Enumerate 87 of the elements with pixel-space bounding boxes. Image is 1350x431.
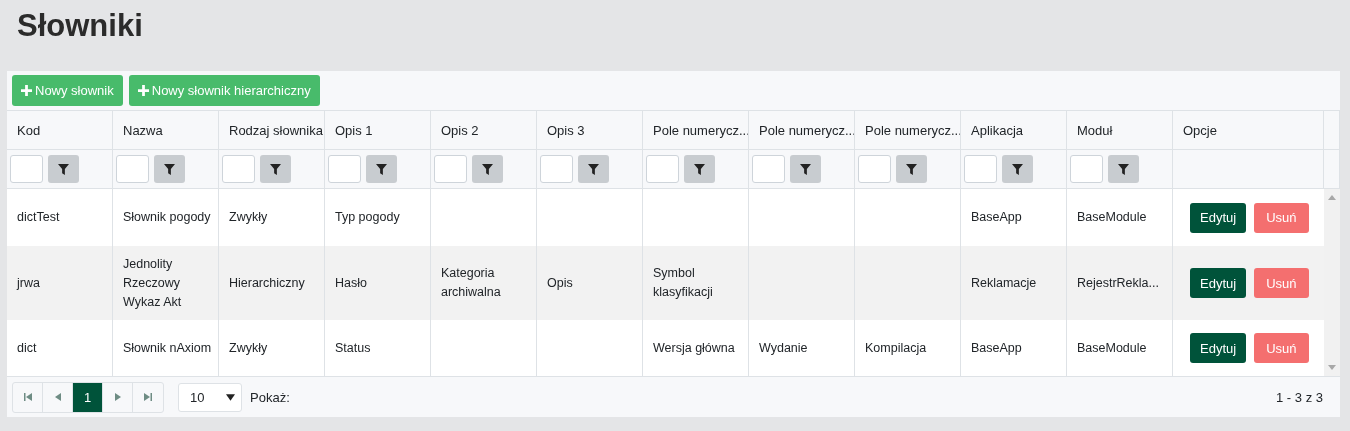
- filter-input[interactable]: [434, 155, 467, 183]
- filter-button[interactable]: [896, 155, 927, 183]
- filter-input[interactable]: [1070, 155, 1103, 183]
- filter-icon: [588, 163, 599, 175]
- table-cell-text: Opis: [547, 274, 573, 292]
- filter-icon: [482, 163, 493, 175]
- table-cell-text: Słownik pogody: [123, 209, 211, 226]
- table-cell-text: Reklamacje: [971, 274, 1037, 292]
- filter-button[interactable]: [578, 155, 609, 183]
- table-cell-text: Typ pogody: [335, 209, 400, 226]
- scroll-down-icon[interactable]: [1328, 365, 1336, 370]
- filter-icon: [800, 163, 811, 175]
- filter-icon: [906, 163, 917, 175]
- table-cell-text: Symbol klasyfikacji: [653, 265, 714, 301]
- table-cell-text: BaseApp: [971, 339, 1022, 357]
- caret-icon: [226, 393, 235, 401]
- next-page-icon: [113, 393, 122, 401]
- first-page-icon: [23, 393, 32, 401]
- filter-button[interactable]: [1002, 155, 1033, 183]
- filter-button[interactable]: [1108, 155, 1139, 183]
- table-cell-text: Kategoria archiwalna: [441, 265, 502, 301]
- filter-input[interactable]: [858, 155, 891, 183]
- filter-icon: [1012, 163, 1023, 175]
- page-button[interactable]: 1: [73, 382, 103, 412]
- column-header[interactable]: Opis 3: [537, 111, 643, 150]
- table-cell-text: Hasło: [335, 274, 367, 292]
- table-cell-text: Zwykły: [229, 209, 268, 226]
- table-cell-text: Zwykły: [229, 339, 268, 357]
- previous-page-icon: [53, 393, 62, 401]
- column-header[interactable]: Opcje: [1173, 111, 1324, 150]
- filter-input[interactable]: [116, 155, 149, 183]
- page-title: Słowniki: [16, 7, 144, 45]
- filter-button[interactable]: [260, 155, 291, 183]
- filter-input[interactable]: [222, 155, 255, 183]
- table-cell-text: Słownik nAxiom: [123, 339, 212, 357]
- last-page-icon: [144, 393, 152, 401]
- filter-icon: [164, 163, 175, 175]
- edit-button[interactable]: Edytuj: [1190, 268, 1247, 298]
- filter-button[interactable]: [790, 155, 821, 183]
- scrollbar[interactable]: [1324, 189, 1340, 376]
- filter-icon: [270, 163, 281, 175]
- filter-input[interactable]: [540, 155, 573, 183]
- table-cell-text: Kompilacja: [865, 339, 927, 357]
- filter-input[interactable]: [646, 155, 679, 183]
- filter-button[interactable]: [48, 155, 79, 183]
- filter-icon: [1118, 163, 1129, 175]
- column-header[interactable]: Nazwa: [113, 111, 219, 150]
- filter-input[interactable]: [328, 155, 361, 183]
- filter-input[interactable]: [964, 155, 997, 183]
- column-header[interactable]: Pole numerycz...: [749, 111, 855, 150]
- table-cell-text: BaseModule: [1077, 339, 1147, 357]
- filter-input[interactable]: [10, 155, 43, 183]
- column-header[interactable]: Opis 2: [431, 111, 537, 150]
- table-cell-text: Hierarchiczny: [229, 274, 305, 292]
- filter-input[interactable]: [752, 155, 785, 183]
- column-header[interactable]: Opis 1: [325, 111, 431, 150]
- filter-icon: [694, 163, 705, 175]
- filter-button[interactable]: [684, 155, 715, 183]
- scroll-up-icon[interactable]: [1328, 195, 1336, 200]
- plus-icon: [21, 85, 32, 96]
- table-cell-text: RejestrRekla...: [1077, 274, 1159, 292]
- table-cell-text: dict: [17, 339, 37, 357]
- plus-icon: [137, 85, 149, 96]
- page-size-label: Pokaż:: [250, 389, 290, 405]
- page-size-select[interactable]: 10: [178, 382, 242, 412]
- column-header[interactable]: Rodzaj słownika: [219, 111, 325, 150]
- filter-button[interactable]: [154, 155, 185, 183]
- table-cell-text: jrwa: [17, 274, 40, 292]
- column-header[interactable]: Pole numerycz...: [643, 111, 749, 150]
- table-cell-text: BaseModule: [1077, 209, 1147, 226]
- table-cell-text: Wersja główna: [653, 339, 735, 357]
- table-cell-text: Status: [335, 339, 371, 357]
- filter-icon: [58, 163, 69, 175]
- column-header[interactable]: Moduł: [1067, 111, 1173, 150]
- table-cell-text: BaseApp: [971, 209, 1022, 226]
- table-cell-text: Wydanie: [759, 339, 808, 357]
- table-cell-text: dictTest: [17, 209, 60, 226]
- table-cell-text: Jednolity Rzeczowy Wykaz Akt: [123, 255, 183, 311]
- edit-button[interactable]: Edytuj: [1190, 202, 1247, 233]
- edit-button[interactable]: Edytuj: [1190, 333, 1247, 363]
- column-header[interactable]: Kod: [7, 111, 113, 150]
- column-header[interactable]: Aplikacja: [961, 111, 1067, 150]
- pager-summary: 1 - 3 z 3: [1276, 389, 1323, 405]
- filter-button[interactable]: [366, 155, 397, 183]
- column-header[interactable]: Pole numerycz...: [855, 111, 961, 150]
- filter-button[interactable]: [472, 155, 503, 183]
- filter-icon: [376, 163, 387, 175]
